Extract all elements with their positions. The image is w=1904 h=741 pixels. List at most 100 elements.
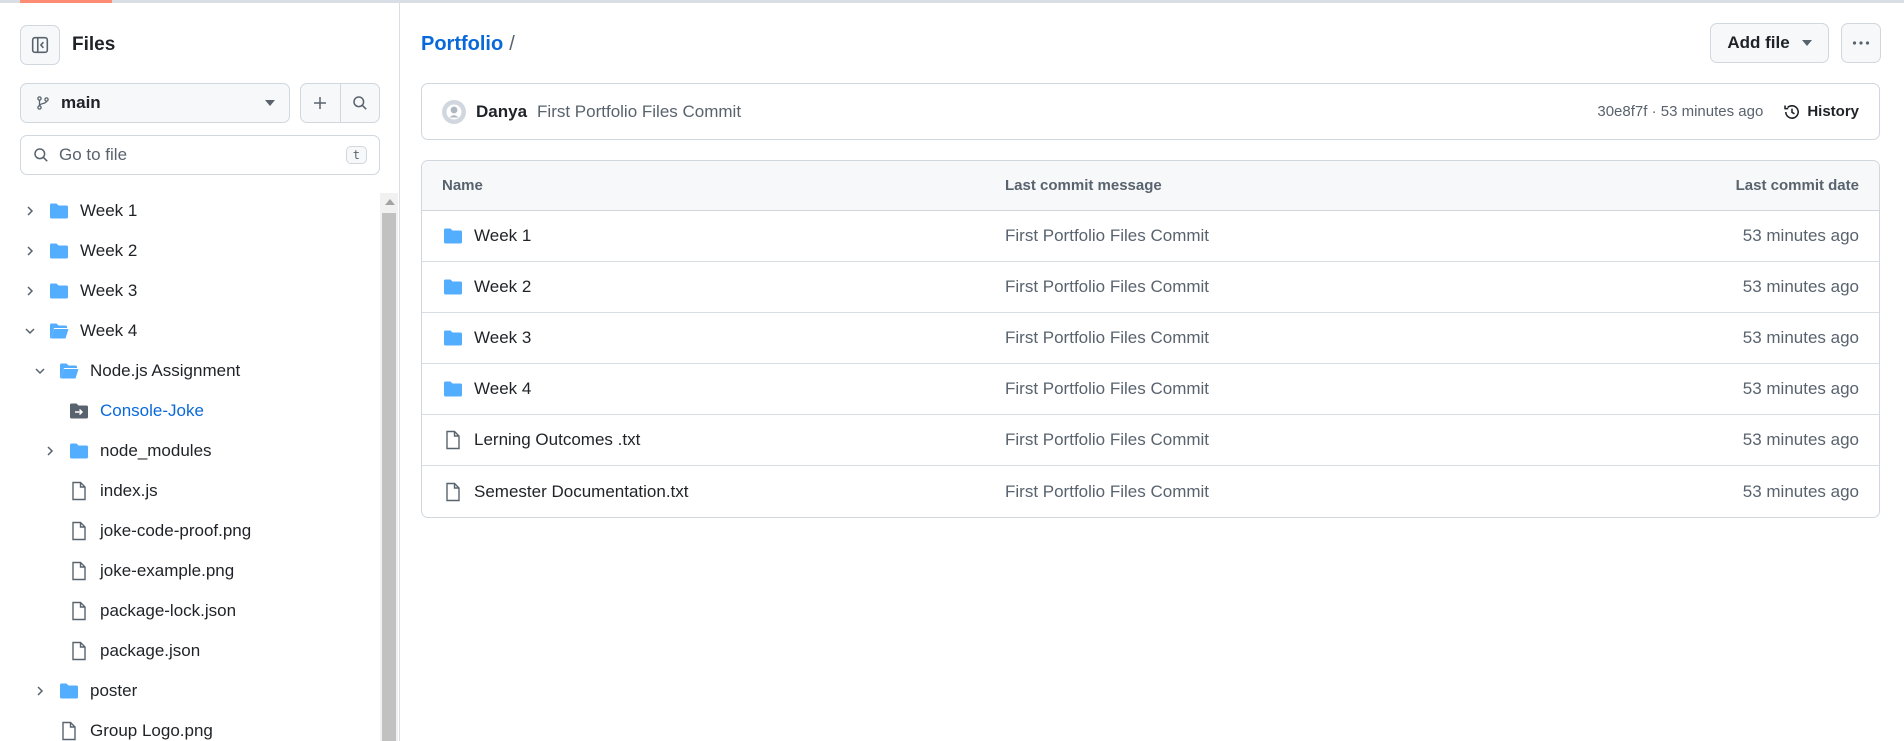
tree-item-label: Node.js Assignment [90, 361, 241, 380]
tree-item-index-js[interactable]: index.js [0, 471, 378, 511]
folder-open-icon [58, 360, 80, 382]
row-name-cell: Lerning Outcomes .txt [422, 429, 1005, 451]
chevron-down-icon[interactable] [22, 323, 38, 339]
folder-icon [58, 680, 80, 702]
go-to-file-input[interactable] [59, 145, 346, 165]
history-button[interactable]: History [1783, 103, 1859, 121]
tree-action-group [300, 83, 380, 123]
file-icon [442, 481, 464, 503]
row-commit-date: 53 minutes ago [1742, 328, 1859, 347]
tree-item-package-json[interactable]: package.json [0, 631, 378, 671]
row-commit-message[interactable]: First Portfolio Files Commit [1005, 328, 1579, 348]
chevron-right-icon[interactable] [22, 283, 38, 299]
chevron-right-icon[interactable] [42, 443, 58, 459]
file-table: Name Last commit message Last commit dat… [421, 160, 1880, 518]
breadcrumb-repo-link[interactable]: Portfolio [421, 33, 503, 56]
collapse-sidebar-button[interactable] [20, 25, 60, 65]
add-file-label: Add file [1727, 33, 1790, 52]
table-row[interactable]: Lerning Outcomes .txt First Portfolio Fi… [422, 415, 1879, 466]
row-name-link[interactable]: Week 1 [474, 226, 531, 246]
tree-item-week-4[interactable]: Week 4 [0, 311, 378, 351]
commit-author[interactable]: Danya [476, 102, 527, 122]
tree-item-label: joke-code-proof.png [100, 521, 252, 540]
add-file-tree-button[interactable] [301, 84, 340, 122]
row-commit-message[interactable]: First Portfolio Files Commit [1005, 379, 1579, 399]
table-row[interactable]: Week 1 First Portfolio Files Commit 53 m… [422, 211, 1879, 262]
history-label: History [1807, 103, 1859, 120]
row-commit-date: 53 minutes ago [1742, 277, 1859, 296]
table-row[interactable]: Semester Documentation.txt First Portfol… [422, 466, 1879, 517]
folder-icon [442, 378, 464, 400]
table-row[interactable]: Week 4 First Portfolio Files Commit 53 m… [422, 364, 1879, 415]
search-icon [353, 96, 367, 110]
tree-item-joke-code-proof[interactable]: joke-code-proof.png [0, 511, 378, 551]
tree-item-week-1[interactable]: Week 1 [0, 191, 378, 231]
row-name-cell: Semester Documentation.txt [422, 481, 1005, 503]
branch-selector[interactable]: main [20, 83, 290, 123]
go-to-file-search[interactable]: t [20, 135, 380, 175]
row-commit-message[interactable]: First Portfolio Files Commit [1005, 226, 1579, 246]
folder-icon [48, 240, 70, 262]
row-name-link[interactable]: Semester Documentation.txt [474, 482, 688, 502]
sidebar-collapse-icon [31, 36, 49, 54]
scrollbar-thumb[interactable] [382, 213, 396, 741]
tree-item-package-lock[interactable]: package-lock.json [0, 591, 378, 631]
scroll-up-arrow-icon[interactable] [385, 199, 395, 205]
folder-icon [48, 200, 70, 222]
table-row[interactable]: Week 2 First Portfolio Files Commit 53 m… [422, 262, 1879, 313]
row-name-cell: Week 2 [422, 276, 1005, 298]
avatar-icon [443, 100, 465, 123]
search-tree-button[interactable] [339, 84, 380, 122]
tree-item-label: node_modules [100, 441, 212, 460]
row-commit-message[interactable]: First Portfolio Files Commit [1005, 430, 1579, 450]
commit-message[interactable]: First Portfolio Files Commit [537, 102, 1597, 122]
breadcrumb: Portfolio / [421, 33, 515, 56]
tree-item-week-3[interactable]: Week 3 [0, 271, 378, 311]
row-commit-message[interactable]: First Portfolio Files Commit [1005, 277, 1579, 297]
file-tree-sidebar: Files main Go to file t Week 1 Week 2 We… [0, 3, 400, 741]
file-icon [58, 720, 80, 741]
row-name-link[interactable]: Week 2 [474, 277, 531, 297]
row-name-link[interactable]: Week 3 [474, 328, 531, 348]
chevron-right-icon[interactable] [32, 683, 48, 699]
table-row[interactable]: Week 3 First Portfolio Files Commit 53 m… [422, 313, 1879, 364]
file-icon [442, 429, 464, 451]
folder-icon [442, 327, 464, 349]
row-name-link[interactable]: Lerning Outcomes .txt [474, 430, 640, 450]
file-icon [68, 640, 90, 662]
row-commit-date: 53 minutes ago [1742, 379, 1859, 398]
folder-icon [48, 280, 70, 302]
avatar[interactable] [442, 99, 466, 124]
chevron-down-icon[interactable] [32, 363, 48, 379]
row-name-cell: Week 1 [422, 225, 1005, 247]
chevron-right-icon[interactable] [22, 203, 38, 219]
tree-item-poster[interactable]: poster [0, 671, 378, 711]
tree-item-group-logo[interactable]: Group Logo.png [0, 711, 378, 741]
row-name-cell: Week 4 [422, 378, 1005, 400]
file-icon [68, 600, 90, 622]
tree-item-node-modules[interactable]: node_modules [0, 431, 378, 471]
row-commit-date: 53 minutes ago [1742, 226, 1859, 245]
tree-scrollbar[interactable] [380, 193, 398, 741]
tree-item-console-joke[interactable]: Console-Joke [0, 391, 378, 431]
tree-item-joke-example[interactable]: joke-example.png [0, 551, 378, 591]
breadcrumb-separator: / [509, 33, 515, 55]
table-header: Name Last commit message Last commit dat… [422, 161, 1879, 211]
tree-item-label[interactable]: Console-Joke [100, 401, 204, 421]
tree-item-nodejs-assignment[interactable]: Node.js Assignment [0, 351, 378, 391]
row-name-cell: Week 3 [422, 327, 1005, 349]
chevron-right-icon[interactable] [22, 243, 38, 259]
add-file-button[interactable]: Add file [1710, 23, 1829, 63]
search-icon [34, 148, 48, 162]
commit-hash-time[interactable]: 30e8f7f · 53 minutes ago [1597, 103, 1763, 120]
row-name-link[interactable]: Week 4 [474, 379, 531, 399]
history-icon [1784, 104, 1800, 119]
more-options-button[interactable] [1841, 23, 1881, 63]
column-header-date: Last commit date [1735, 177, 1859, 194]
row-commit-message[interactable]: First Portfolio Files Commit [1005, 482, 1579, 502]
branch-controls: main [20, 83, 380, 123]
latest-commit-bar: Danya First Portfolio Files Commit 30e8f… [421, 83, 1880, 140]
tree-item-week-2[interactable]: Week 2 [0, 231, 378, 271]
sidebar-title: Files [72, 34, 116, 55]
folder-icon [442, 225, 464, 247]
